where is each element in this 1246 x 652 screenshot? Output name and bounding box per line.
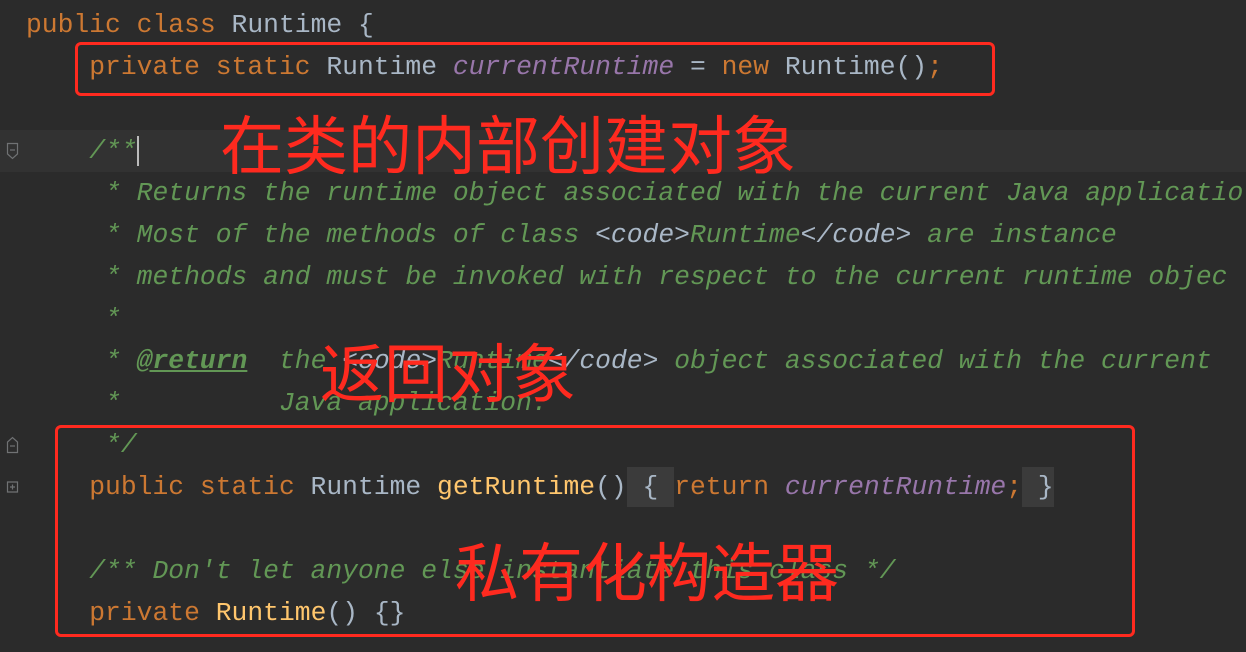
fold-end-icon[interactable] <box>5 436 20 454</box>
annotation-box-static-field <box>75 42 995 96</box>
javadoc-html-tag-token: <code> <box>595 220 690 250</box>
annotation-return-object: 返回对象 <box>320 339 576 413</box>
javadoc-comment-token: * <box>26 346 137 376</box>
javadoc-comment-token: * <box>26 304 121 334</box>
annotation-create-object: 在类的内部创建对象 <box>220 111 796 185</box>
javadoc-comment-token: * methods and must be invoked with respe… <box>26 262 1228 292</box>
keyword-token: public <box>26 10 137 40</box>
code-line[interactable]: * <box>0 298 1246 340</box>
javadoc-comment-token: Runtime <box>689 220 801 250</box>
text-caret <box>137 136 139 166</box>
keyword-token: class <box>136 10 216 40</box>
fold-start-icon[interactable] <box>5 142 20 160</box>
code-line[interactable]: public class Runtime { <box>0 4 1246 46</box>
gutter <box>0 4 24 652</box>
javadoc-html-tag-token: </code> <box>800 220 912 250</box>
fold-collapsed-icon[interactable] <box>5 478 20 496</box>
javadoc-comment-token: are instance <box>911 220 1117 250</box>
code-line[interactable]: * Java application. <box>0 382 1246 424</box>
code-line[interactable]: * methods and must be invoked with respe… <box>0 256 1246 298</box>
javadoc-comment-token: /** <box>26 136 137 166</box>
javadoc-comment-token: object associated with the current <box>658 346 1212 376</box>
code-line[interactable]: * Most of the methods of class <code>Run… <box>0 214 1246 256</box>
annotation-private-constructor: 私有化构造器 <box>455 538 839 612</box>
javadoc-return-tag-token: @return <box>136 346 248 376</box>
code-token: Runtime { <box>215 10 374 40</box>
code-line[interactable]: * @return the <code>Runtime</code> objec… <box>0 340 1246 382</box>
javadoc-comment-token: * Most of the methods of class <box>26 220 596 250</box>
